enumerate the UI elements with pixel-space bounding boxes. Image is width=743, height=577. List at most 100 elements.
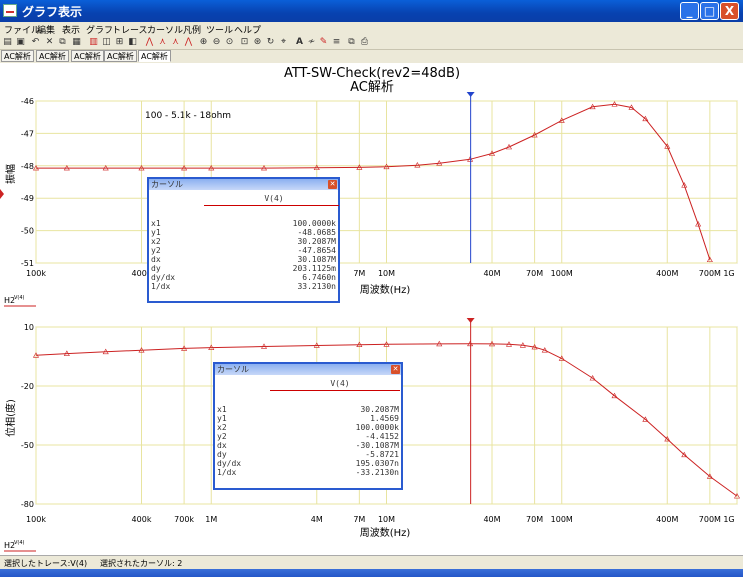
bottom-legend-trace: V(4) <box>14 540 25 546</box>
menu-trace[interactable]: トレース <box>112 23 148 36</box>
amplitude-y-tick-label: -46 <box>21 97 34 106</box>
peak-icon[interactable]: ⋀ <box>183 37 194 48</box>
phase-y-tick-label: -80 <box>21 500 34 509</box>
minimize-button[interactable]: _ <box>680 2 699 20</box>
cursor-window-phase[interactable]: カーソル ✕ V(4) x1 30.2087M y1 1.4569 x2 100… <box>213 362 403 490</box>
cursor-row-label: dy/dx <box>217 459 242 468</box>
tab-ac-analysis-2[interactable]: AC解析 <box>36 50 69 62</box>
amplitude-y-tick-label: -51 <box>21 259 34 268</box>
save-icon[interactable]: ▣ <box>15 37 26 48</box>
menu-bar: ファイル 編集 表示 グラフ トレース カーソル 凡例 ツール ヘルプ <box>0 22 743 36</box>
phase-x-tick-label: 700M <box>699 515 721 524</box>
amplitude-x-tick-label: 70M <box>526 269 543 278</box>
cursor-row-value: 100.0000k <box>292 219 336 228</box>
tab-ac-analysis-5[interactable]: AC解析 <box>138 50 171 62</box>
window-title: グラフ表示 <box>22 5 83 19</box>
menu-view[interactable]: 表示 <box>62 23 80 36</box>
chart-subtitle: AC解析 <box>350 80 394 95</box>
text-icon[interactable]: A <box>294 37 305 48</box>
menu-file[interactable]: ファイル <box>4 23 40 36</box>
phase-x-tick-label: 70M <box>526 515 543 524</box>
cursor-trace-header: V(4) <box>330 379 350 388</box>
legend-icon[interactable]: ≡ <box>331 37 342 48</box>
phase-x-tick-label: 7M <box>353 515 365 524</box>
cursor-row-label: dy <box>217 450 227 459</box>
cursor-row-value: -4.4152 <box>365 432 399 441</box>
tab-ac-analysis-3[interactable]: AC解析 <box>71 50 104 62</box>
copy-graph-icon[interactable]: ⧉ <box>346 37 357 48</box>
cursor-trace-header: V(4) <box>264 194 284 203</box>
phase-x-tick-label: 40M <box>483 515 500 524</box>
window-titlebar: グラフ表示 _ □ X <box>0 0 743 22</box>
cursor-window-title-text: カーソル <box>217 365 249 374</box>
menu-cursor[interactable]: カーソル <box>147 23 183 36</box>
zoom-area-icon[interactable]: ⊡ <box>239 37 250 48</box>
menu-tools[interactable]: ツール <box>206 23 233 36</box>
amplitude-x-tick-label: 100M <box>551 269 573 278</box>
menu-graph[interactable]: グラフ <box>86 23 113 36</box>
cursor-row-value: 1.4569 <box>370 414 399 423</box>
tab-ac-analysis-4[interactable]: AC解析 <box>104 50 137 62</box>
undo-icon[interactable]: ↶ <box>30 37 41 48</box>
cursor-window-title[interactable]: カーソル ✕ <box>215 364 401 375</box>
menu-legend[interactable]: 凡例 <box>183 23 201 36</box>
phase-x-tick-label: 400k <box>132 515 152 524</box>
tab-ac-analysis-1[interactable]: AC解析 <box>1 50 34 62</box>
cursor-row-value: -48.0685 <box>297 228 336 237</box>
cut-icon[interactable]: ✕ <box>44 37 55 48</box>
window-icon[interactable]: ◧ <box>127 37 138 48</box>
open-icon[interactable]: ▤ <box>2 37 13 48</box>
label-icon[interactable]: ✎ <box>318 37 329 48</box>
tile-icon[interactable]: ⊞ <box>114 37 125 48</box>
cursor-row-value: -47.8654 <box>297 246 336 255</box>
zoom-out-icon[interactable]: ⊖ <box>211 37 222 48</box>
cursor-row-value: 30.1087M <box>297 255 336 264</box>
amplitude-x-tick-label: 1G <box>723 269 734 278</box>
amplitude-x-tick-label: 10M <box>378 269 395 278</box>
paste-icon[interactable]: ▦ <box>71 37 82 48</box>
amplitude-cursor-handle <box>466 92 475 97</box>
close-button[interactable]: X <box>720 2 739 20</box>
status-selected-trace: 選択したトレース:V(4) <box>4 559 88 568</box>
chart-title: ATT-SW-Check(rev2=48dB) <box>284 66 460 81</box>
top-legend-trace: V(4) <box>14 295 25 301</box>
cursor-row-label: y1 <box>217 414 227 423</box>
tilde-icon[interactable]: ≁ <box>306 37 317 48</box>
close-icon[interactable]: ✕ <box>328 180 337 189</box>
cursor-row-label: dy/dx <box>151 273 176 282</box>
cursor-row-value: -5.8721 <box>365 450 399 459</box>
cursor-window-amplitude[interactable]: カーソル ✕ V(4) x1 100.0000k y1 -48.0685 x2 … <box>147 177 340 303</box>
taskbar-strip <box>0 569 743 577</box>
cursor-row-label: dx <box>151 255 161 264</box>
marker-icon[interactable]: ⋏ <box>157 37 168 48</box>
phase-x-tick-label: 1G <box>723 515 734 524</box>
copy-icon[interactable]: ⧉ <box>57 37 68 48</box>
maximize-button[interactable]: □ <box>700 2 719 20</box>
phase-x-tick-label: 400M <box>656 515 678 524</box>
phase-x-tick-label: 4M <box>311 515 323 524</box>
close-icon[interactable]: ✕ <box>391 365 400 374</box>
zoom-fit-icon[interactable]: ⊙ <box>224 37 235 48</box>
amplitude-x-tick-label: 7M <box>353 269 365 278</box>
split-icon[interactable]: ◫ <box>101 37 112 48</box>
cursor-icon[interactable]: ⌖ <box>278 37 289 48</box>
zoom-in-icon[interactable]: ⊕ <box>198 37 209 48</box>
refresh-icon[interactable]: ↻ <box>265 37 276 48</box>
print-icon[interactable]: ⎙ <box>359 37 370 48</box>
phase-x-tick-label: 100k <box>26 515 46 524</box>
pan-icon[interactable]: ⊛ <box>252 37 263 48</box>
line-icon[interactable]: ⋀ <box>144 37 155 48</box>
chart-annotation: 100 - 5.1k - 18ohm <box>145 111 231 121</box>
cursor-row-value: -33.2130n <box>355 468 399 477</box>
grid-icon[interactable]: ▥ <box>88 37 99 48</box>
cursor-window-title[interactable]: カーソル ✕ <box>149 179 338 190</box>
menu-help[interactable]: ヘルプ <box>234 23 261 36</box>
cursor-row-label: x2 <box>151 237 161 246</box>
phase-x-tick-label: 10M <box>378 515 395 524</box>
amplitude-trace-line <box>36 103 711 260</box>
amplitude-x-tick-label: 700M <box>699 269 721 278</box>
menu-edit[interactable]: 編集 <box>37 23 55 36</box>
marker-alt-icon[interactable]: ⋏ <box>170 37 181 48</box>
cursor-row-value: -30.1087M <box>355 441 399 450</box>
phase-x-tick-label: 700k <box>174 515 194 524</box>
